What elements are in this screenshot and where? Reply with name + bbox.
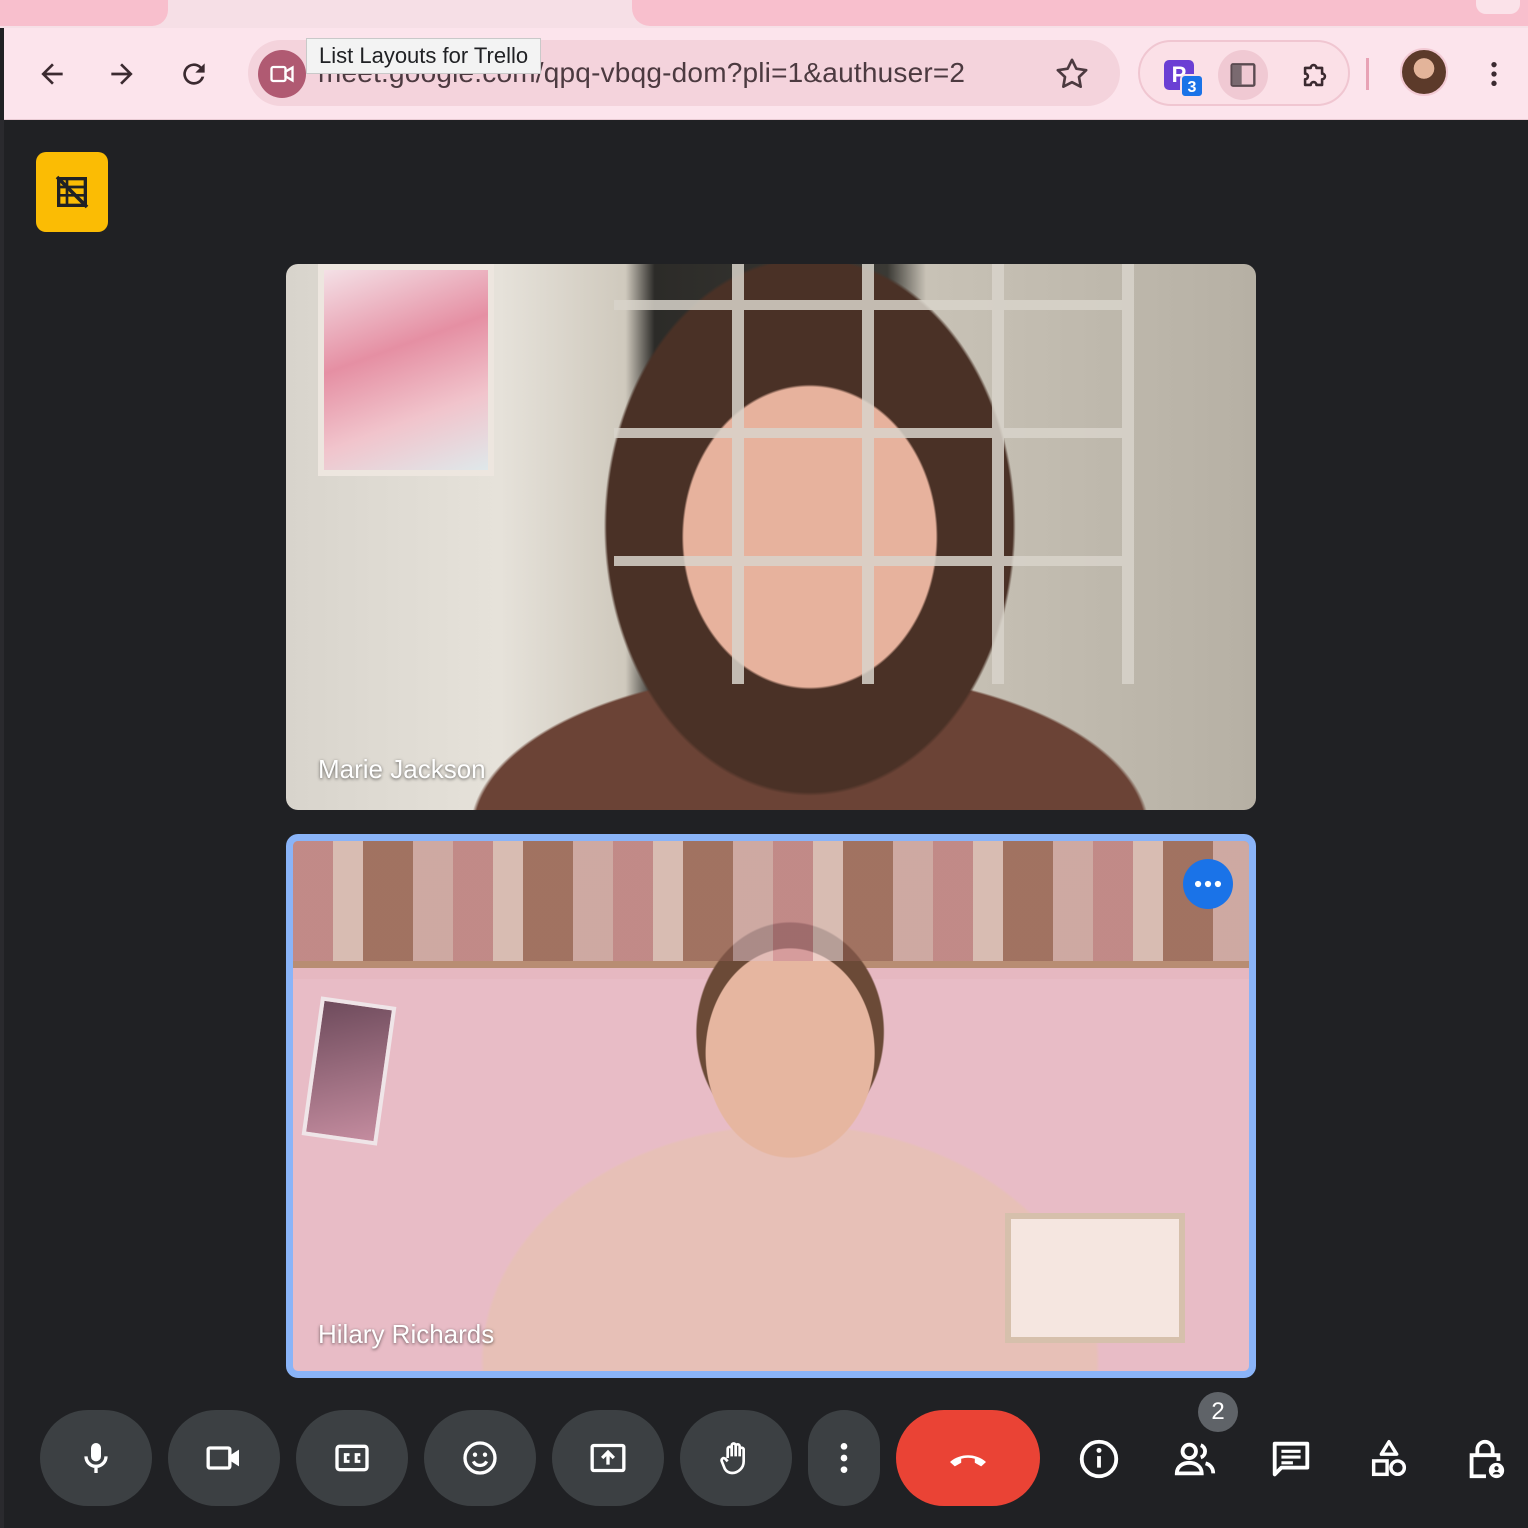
back-icon <box>41 63 63 85</box>
tooltip: List Layouts for Trello <box>306 38 542 74</box>
background-sign <box>1005 1213 1185 1343</box>
participant-name: Marie Jackson <box>318 754 486 784</box>
people-button[interactable] <box>1160 1424 1230 1494</box>
extensions-button[interactable] <box>1290 50 1340 100</box>
window-edge <box>0 120 4 1528</box>
raise-hand-button[interactable] <box>680 1410 792 1506</box>
background-window <box>614 264 1134 684</box>
background-poster <box>318 264 494 476</box>
raise-hand-icon <box>720 1442 745 1475</box>
star-icon[interactable] <box>1052 54 1092 94</box>
toolbar-divider <box>1366 58 1369 90</box>
reactions-button[interactable] <box>424 1410 536 1506</box>
activities-button[interactable] <box>1354 1424 1424 1494</box>
no-recording-badge[interactable] <box>36 152 108 232</box>
activities-icon <box>1371 1440 1407 1477</box>
captions-icon <box>335 1444 369 1472</box>
host-controls-button[interactable] <box>1450 1424 1520 1494</box>
people-icon <box>1174 1442 1216 1476</box>
end-call-button[interactable] <box>896 1410 1040 1506</box>
extensions-group: P 3 <box>1138 40 1350 106</box>
no-recording-icon <box>55 175 89 209</box>
extension-p-icon: P 3 <box>1164 60 1204 98</box>
camera-icon <box>206 1446 239 1470</box>
present-button[interactable] <box>552 1410 664 1506</box>
participant-tile-hilary[interactable]: Hilary Richards <box>286 834 1256 1378</box>
browser-menu-button[interactable] <box>1474 50 1514 98</box>
back-button[interactable] <box>26 48 78 100</box>
chat-button[interactable] <box>1256 1424 1326 1494</box>
more-vert-icon <box>840 1443 848 1473</box>
tab-corner <box>1476 0 1520 14</box>
menu-kebab-icon <box>1491 62 1497 86</box>
puzzle-icon <box>1303 63 1327 87</box>
tab-right[interactable] <box>632 0 1528 26</box>
side-panel-button[interactable] <box>1218 50 1268 100</box>
participant-name: Hilary Richards <box>318 1319 495 1349</box>
profile-avatar[interactable] <box>1400 48 1448 96</box>
more-options-button[interactable] <box>1183 859 1233 909</box>
participant-tile-marie[interactable]: Marie Jackson <box>286 264 1256 810</box>
host-controls-icon <box>1469 1439 1505 1479</box>
background-shelf <box>293 841 1249 961</box>
info-icon <box>1079 1439 1119 1479</box>
meeting-details-button[interactable] <box>1064 1424 1134 1494</box>
tab-strip <box>0 0 1528 28</box>
forward-button[interactable] <box>96 48 148 100</box>
browser-toolbar: meet.google.com/qpq-vbqg-dom?pli=1&authu… <box>4 28 1528 120</box>
mic-button[interactable] <box>40 1410 152 1506</box>
chat-icon <box>1272 1441 1310 1477</box>
forward-icon <box>111 63 133 85</box>
site-info-button[interactable] <box>258 50 306 98</box>
extension-badge: 3 <box>1180 74 1204 98</box>
video-camera-icon <box>270 65 294 83</box>
camera-button[interactable] <box>168 1410 280 1506</box>
reload-icon <box>183 63 205 85</box>
mic-icon <box>84 1443 108 1473</box>
emoji-icon <box>463 1441 497 1475</box>
more-actions-button[interactable] <box>808 1410 880 1506</box>
side-panel-icon <box>1230 63 1256 87</box>
reload-button[interactable] <box>168 48 220 100</box>
end-call-icon <box>950 1455 986 1467</box>
more-options-icon <box>1194 880 1222 888</box>
captions-button[interactable] <box>296 1410 408 1506</box>
present-icon <box>590 1443 626 1473</box>
tab-left[interactable] <box>0 0 168 26</box>
extension-p-button[interactable]: P 3 <box>1154 50 1204 100</box>
background-frame <box>301 996 397 1146</box>
